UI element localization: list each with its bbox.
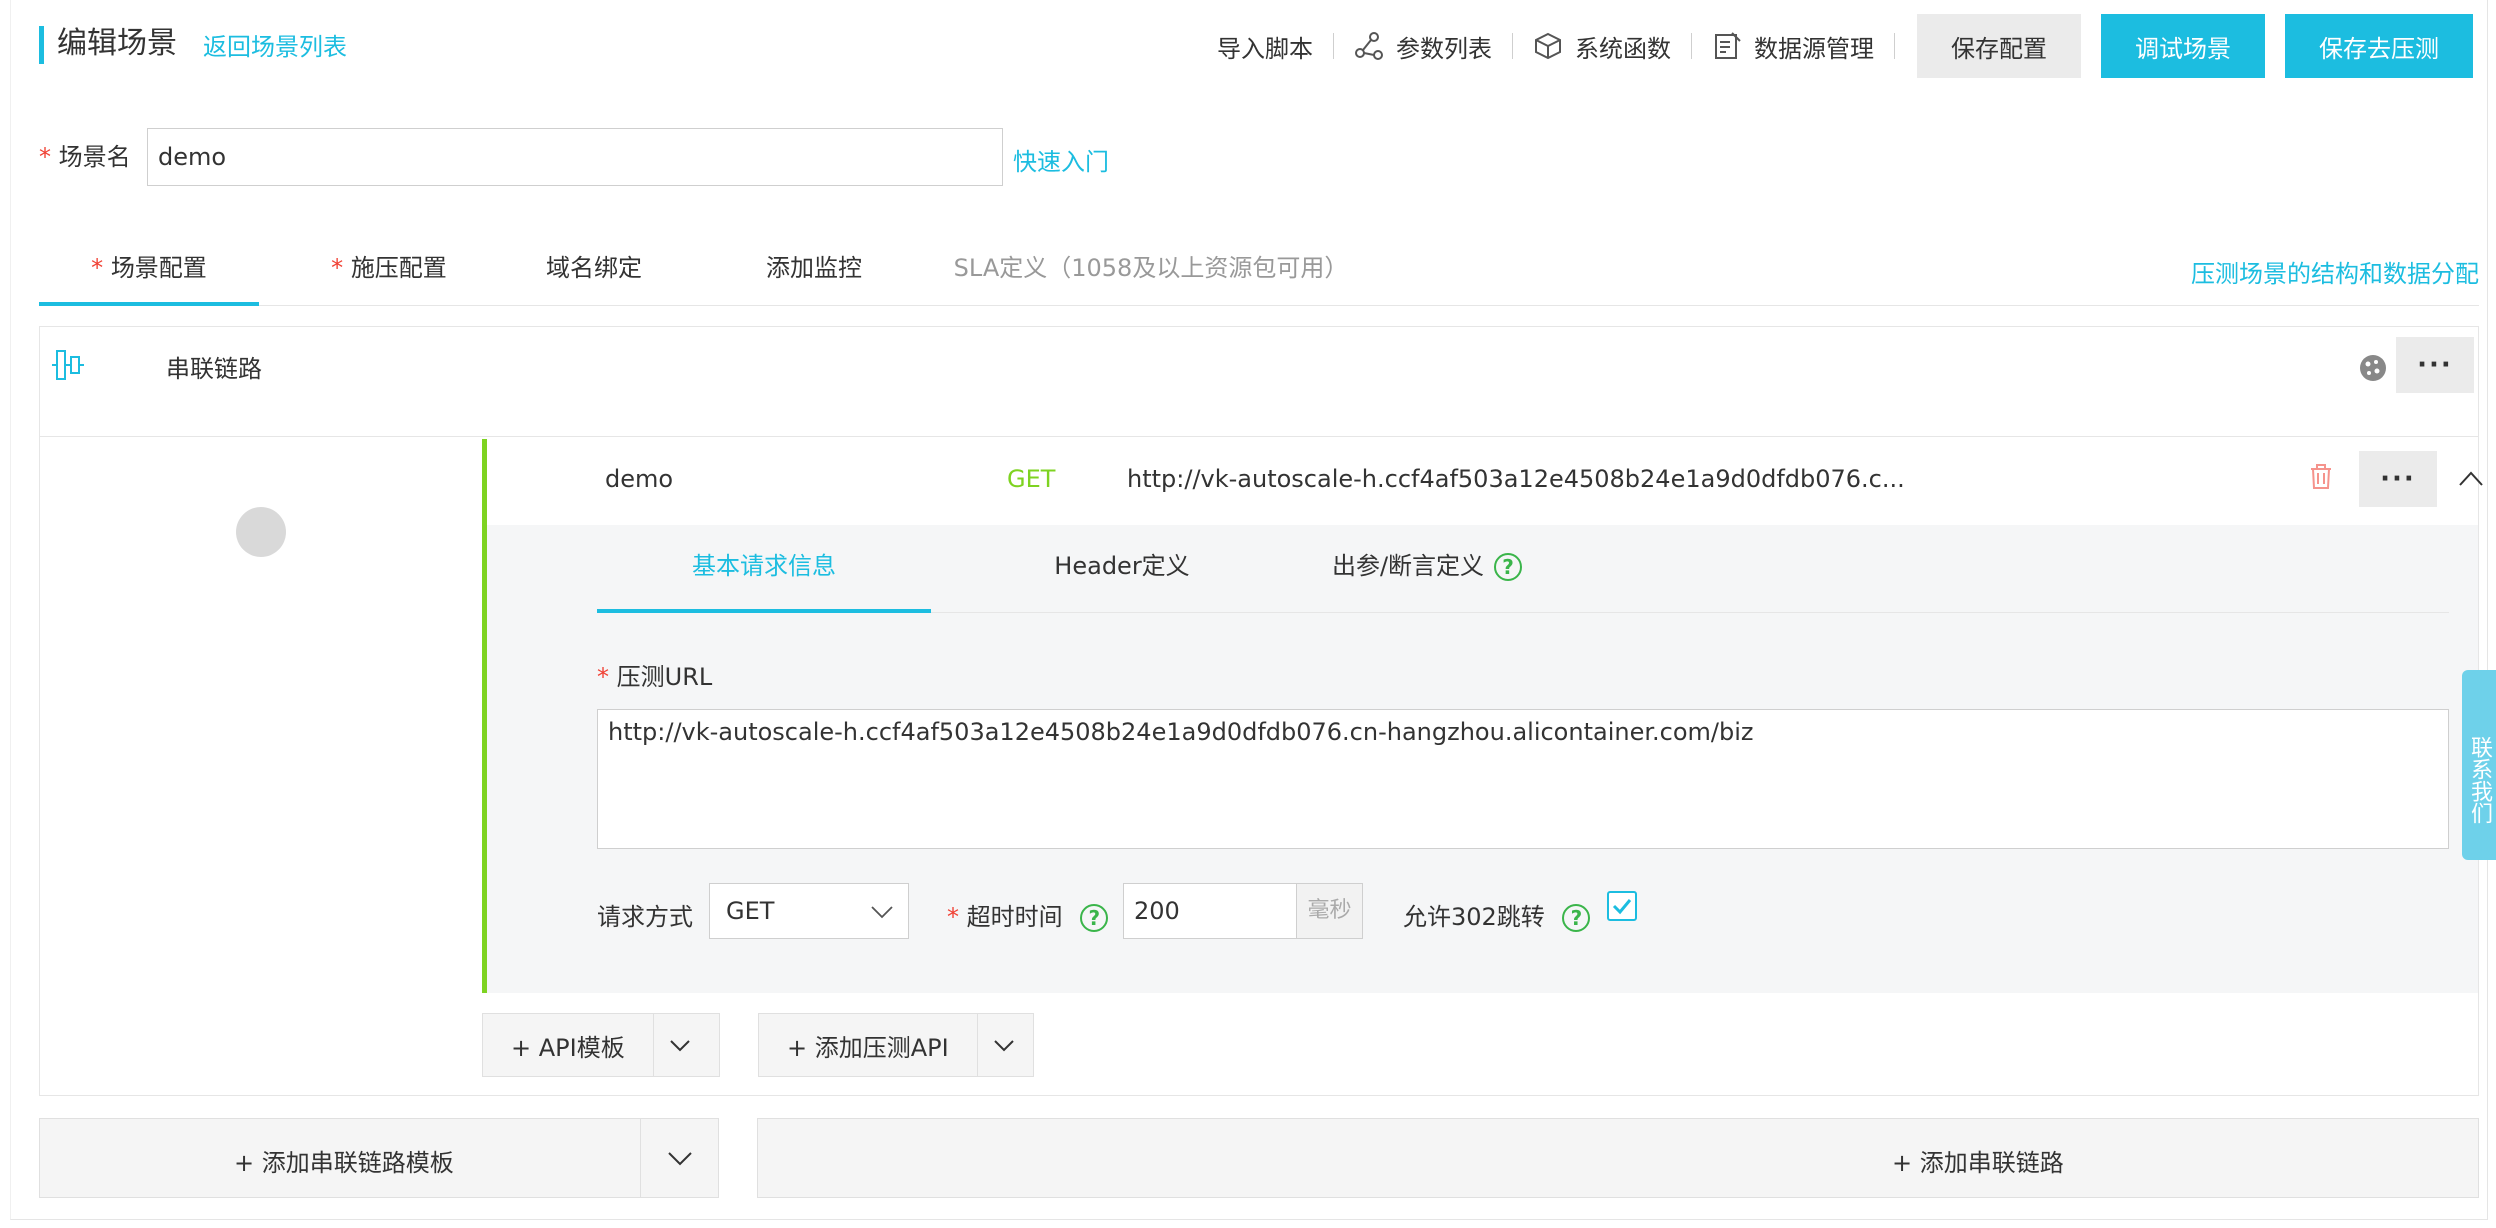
- required-mark: *: [91, 254, 104, 282]
- scene-name-label-text: 场景名: [58, 143, 131, 171]
- test-url-label: * 压测URL: [597, 657, 712, 692]
- debug-scene-button[interactable]: 调试场景: [2101, 14, 2265, 78]
- timeout-input[interactable]: 200 毫秒: [1123, 883, 1363, 939]
- title-accent-bar: [39, 26, 44, 64]
- scene-tabs: * 场景配置 * 施压配置 域名绑定 添加监控 SLA定义（1058及以上资源包…: [39, 236, 2479, 306]
- add-api-button[interactable]: + 添加压测API: [759, 1014, 977, 1076]
- subtab-output-assertion[interactable]: 出参/断言定义?: [1317, 525, 1537, 613]
- trash-icon[interactable]: [2307, 461, 2335, 491]
- tab-scene-config[interactable]: * 场景配置: [39, 236, 259, 306]
- api-header[interactable]: demo GET http://vk-autoscale-h.ccf4af503…: [487, 439, 2483, 525]
- chevron-down-icon: [667, 1152, 692, 1166]
- save-and-test-button[interactable]: 保存去压测: [2285, 14, 2473, 78]
- required-mark: *: [947, 903, 959, 931]
- allow-302-checkbox[interactable]: [1607, 891, 1637, 921]
- cookie-icon[interactable]: [2358, 353, 2388, 383]
- toolbar-divider: [1512, 33, 1513, 59]
- api-subtabs: 基本请求信息 Header定义 出参/断言定义?: [597, 525, 2449, 613]
- chain-node-dot: [236, 507, 286, 557]
- request-method-value: GET: [726, 897, 775, 925]
- scene-name-label: * 场景名: [39, 140, 131, 174]
- timeout-unit: 毫秒: [1296, 884, 1362, 938]
- chevron-down-icon: [994, 1040, 1014, 1052]
- contact-us-tab[interactable]: 联系我们: [2462, 670, 2496, 860]
- chain-title: 串联链路: [166, 355, 262, 383]
- request-method-select[interactable]: GET: [709, 883, 909, 939]
- tab-load-config[interactable]: * 施压配置: [319, 236, 459, 306]
- required-mark: *: [39, 143, 51, 171]
- datasource-mgmt-link[interactable]: 数据源管理: [1712, 14, 1874, 78]
- api-more-button[interactable]: ···: [2359, 451, 2437, 507]
- share-nodes-icon: [1355, 32, 1383, 60]
- quick-start-link[interactable]: 快速入门: [1013, 142, 1109, 177]
- chevron-down-icon: [871, 906, 893, 919]
- system-functions-link[interactable]: 系统函数: [1533, 14, 1671, 78]
- add-chain-bar[interactable]: + 添加串联链路: [757, 1118, 2479, 1198]
- api-template-split-button: + API模板: [482, 1013, 720, 1077]
- api-name: demo: [605, 465, 674, 493]
- add-chain-template-dropdown[interactable]: [640, 1119, 718, 1197]
- tab-sla: SLA定义（1058及以上资源包可用）: [953, 254, 1349, 282]
- add-chain-button[interactable]: + 添加串联链路: [1892, 1143, 2064, 1178]
- required-mark: *: [331, 254, 344, 282]
- back-to-scene-list-link[interactable]: 返回场景列表: [203, 30, 347, 64]
- help-icon[interactable]: ?: [1494, 553, 1523, 581]
- required-mark: *: [597, 663, 609, 691]
- add-api-dropdown[interactable]: [976, 1014, 1031, 1076]
- tab-load-config-label: 施压配置: [350, 254, 447, 282]
- chevron-up-icon[interactable]: [2457, 465, 2485, 493]
- timeout-value: 200: [1134, 897, 1180, 925]
- toolbar-divider: [1333, 33, 1334, 59]
- api-card: demo GET http://vk-autoscale-h.ccf4af503…: [482, 439, 2483, 993]
- subtab-output-assertion-label: 出参/断言定义: [1331, 552, 1485, 580]
- request-options-row: 请求方式 GET * 超时时间 ? 200 毫秒 允许302跳转 ?: [597, 883, 2449, 939]
- scene-name-input[interactable]: demo: [147, 128, 1003, 186]
- checkmark-icon: [1612, 899, 1632, 915]
- save-config-button[interactable]: 保存配置: [1917, 14, 2081, 78]
- chain-header: 串联链路 ···: [40, 327, 2478, 437]
- toolbar-divider: [1894, 33, 1895, 59]
- param-list-label: 参数列表: [1396, 34, 1492, 63]
- subtab-header[interactable]: Header定义: [1007, 525, 1237, 613]
- request-method-label: 请求方式: [597, 903, 693, 931]
- tab-domain-binding[interactable]: 域名绑定: [539, 236, 649, 306]
- page-title: 编辑场景: [57, 26, 177, 61]
- toolbar-divider: [1691, 33, 1692, 59]
- chevron-down-icon: [670, 1040, 690, 1052]
- test-url-textarea[interactable]: http://vk-autoscale-h.ccf4af503a12e4508b…: [597, 709, 2449, 849]
- subtab-basic-request[interactable]: 基本请求信息: [597, 525, 931, 613]
- api-template-dropdown[interactable]: [652, 1014, 707, 1076]
- param-list-link[interactable]: 参数列表: [1354, 14, 1492, 78]
- add-chain-template-button[interactable]: + 添加串联链路模板: [234, 1143, 454, 1178]
- redirect-label: 允许302跳转 ?: [1403, 897, 1591, 932]
- cube-icon: [1535, 32, 1561, 60]
- datasource-mgmt-label: 数据源管理: [1754, 34, 1874, 63]
- tab-scene-config-label: 场景配置: [110, 254, 207, 282]
- test-url-label-text: 压测URL: [616, 663, 713, 691]
- api-method-badge: GET: [1007, 465, 1056, 493]
- header-toolbar: 导入脚本 参数列表 系统函数 数据源管理 保存配置 调试场景 保存去压测: [1217, 14, 2473, 78]
- chain-panel: 串联链路 ··· demo GET http://vk-autoscale-h.…: [39, 326, 2483, 1096]
- import-script-link[interactable]: 导入脚本: [1217, 14, 1313, 78]
- add-chain-template-bar: + 添加串联链路模板: [39, 1118, 719, 1198]
- timeout-label: * 超时时间 ?: [947, 897, 1109, 932]
- api-url-summary: http://vk-autoscale-h.ccf4af503a12e4508b…: [1127, 465, 1905, 493]
- system-functions-label: 系统函数: [1575, 34, 1671, 63]
- structure-data-link[interactable]: 压测场景的结构和数据分配: [2191, 254, 2479, 289]
- import-script-label: 导入脚本: [1217, 34, 1313, 63]
- help-icon[interactable]: ?: [1080, 904, 1109, 932]
- chain-more-button[interactable]: ···: [2396, 337, 2474, 393]
- edit-document-icon: [1715, 32, 1741, 59]
- help-icon[interactable]: ?: [1562, 904, 1591, 932]
- timeout-label-text: 超时时间: [966, 903, 1063, 931]
- edit-scene-page: 编辑场景 返回场景列表 导入脚本 参数列表 系统函数 数据源管理 保存配置 调试…: [10, 0, 2488, 1220]
- add-api-split-button: + 添加压测API: [758, 1013, 1034, 1077]
- tab-add-monitor[interactable]: 添加监控: [759, 236, 869, 306]
- redirect-label-text: 允许302跳转: [1403, 903, 1545, 931]
- chain-link-icon: [52, 350, 84, 380]
- api-template-button[interactable]: + API模板: [483, 1014, 653, 1076]
